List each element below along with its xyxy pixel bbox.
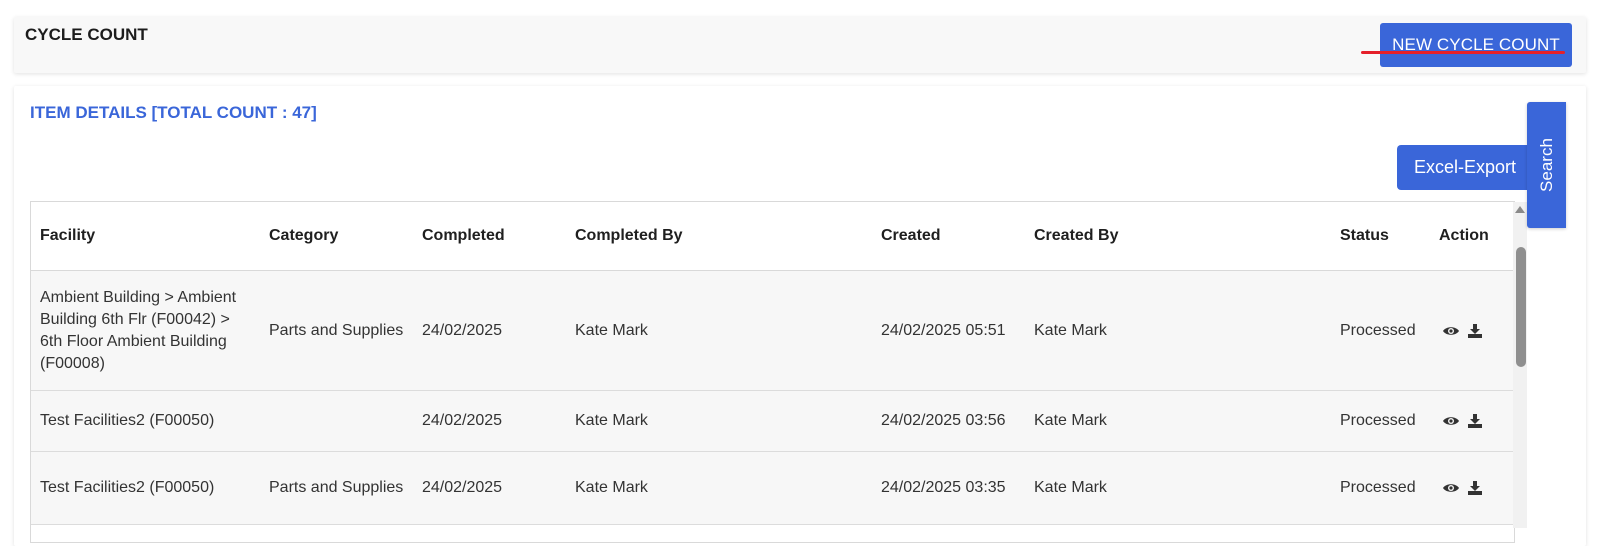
cell-completed-by: Kate Mark <box>566 270 872 391</box>
cycle-count-table: Facility Category Completed Completed By… <box>31 202 1514 525</box>
download-icon[interactable] <box>1466 414 1484 428</box>
download-icon[interactable] <box>1466 481 1484 495</box>
cell-created: 24/02/2025 05:51 <box>872 270 1025 391</box>
cell-category <box>260 390 413 452</box>
table-header-row: Facility Category Completed Completed By… <box>31 202 1514 271</box>
table-row: Ambient Building > Ambient Building 6th … <box>31 270 1514 391</box>
page-header: CYCLE COUNT NEW CYCLE COUNT <box>14 17 1586 73</box>
section-title: ITEM DETAILS [TOTAL COUNT : 47] <box>30 103 317 122</box>
table-row: Test Facilities2 (F00050) 24/02/2025 Kat… <box>31 390 1514 452</box>
download-icon[interactable] <box>1466 323 1484 338</box>
eye-icon[interactable] <box>1442 414 1460 428</box>
scrollbar-thumb[interactable] <box>1516 247 1526 367</box>
cell-action <box>1430 390 1514 452</box>
column-header-action: Action <box>1430 202 1514 271</box>
cell-created: 24/02/2025 03:35 <box>872 451 1025 525</box>
table-row: Test Facilities2 (F00050) Parts and Supp… <box>31 451 1514 525</box>
cycle-count-table-container: Facility Category Completed Completed By… <box>30 201 1515 543</box>
cell-status: Processed <box>1331 390 1430 452</box>
cell-created: 24/02/2025 03:56 <box>872 390 1025 452</box>
cell-created-by: Kate Mark <box>1025 390 1331 452</box>
active-indicator <box>1361 51 1565 54</box>
cell-status: Processed <box>1331 451 1430 525</box>
cell-completed: 24/02/2025 <box>413 390 566 452</box>
eye-icon[interactable] <box>1442 481 1460 495</box>
cell-created-by: Kate Mark <box>1025 270 1331 391</box>
column-header-facility[interactable]: Facility <box>31 202 260 271</box>
eye-icon[interactable] <box>1442 324 1460 338</box>
page-title: CYCLE COUNT <box>25 25 148 44</box>
cell-completed: 24/02/2025 <box>413 451 566 525</box>
cell-facility: Test Facilities2 (F00050) <box>31 390 260 452</box>
cell-created-by: Kate Mark <box>1025 451 1331 525</box>
column-header-completed-by[interactable]: Completed By <box>566 202 872 271</box>
column-header-category[interactable]: Category <box>260 202 413 271</box>
cell-completed-by: Kate Mark <box>566 390 872 452</box>
cell-category: Parts and Supplies <box>260 270 413 391</box>
column-header-status[interactable]: Status <box>1331 202 1430 271</box>
column-header-created[interactable]: Created <box>872 202 1025 271</box>
new-cycle-count-button[interactable]: NEW CYCLE COUNT <box>1380 23 1572 67</box>
cell-action <box>1430 270 1514 391</box>
cell-status: Processed <box>1331 270 1430 391</box>
column-header-completed[interactable]: Completed <box>413 202 566 271</box>
item-details-card: ITEM DETAILS [TOTAL COUNT : 47] Excel-Ex… <box>14 86 1586 546</box>
cell-category: Parts and Supplies <box>260 451 413 525</box>
cell-facility: Ambient Building > Ambient Building 6th … <box>31 270 260 391</box>
scroll-up-arrow-icon[interactable] <box>1515 206 1525 213</box>
cell-completed-by: Kate Mark <box>566 451 872 525</box>
search-side-tab[interactable]: Search <box>1527 102 1566 228</box>
excel-export-button[interactable]: Excel-Export <box>1397 145 1533 190</box>
cell-completed: 24/02/2025 <box>413 270 566 391</box>
cell-action <box>1430 451 1514 525</box>
search-tab-label: Search <box>1536 138 1556 192</box>
column-header-created-by[interactable]: Created By <box>1025 202 1331 271</box>
cell-facility: Test Facilities2 (F00050) <box>31 451 260 525</box>
